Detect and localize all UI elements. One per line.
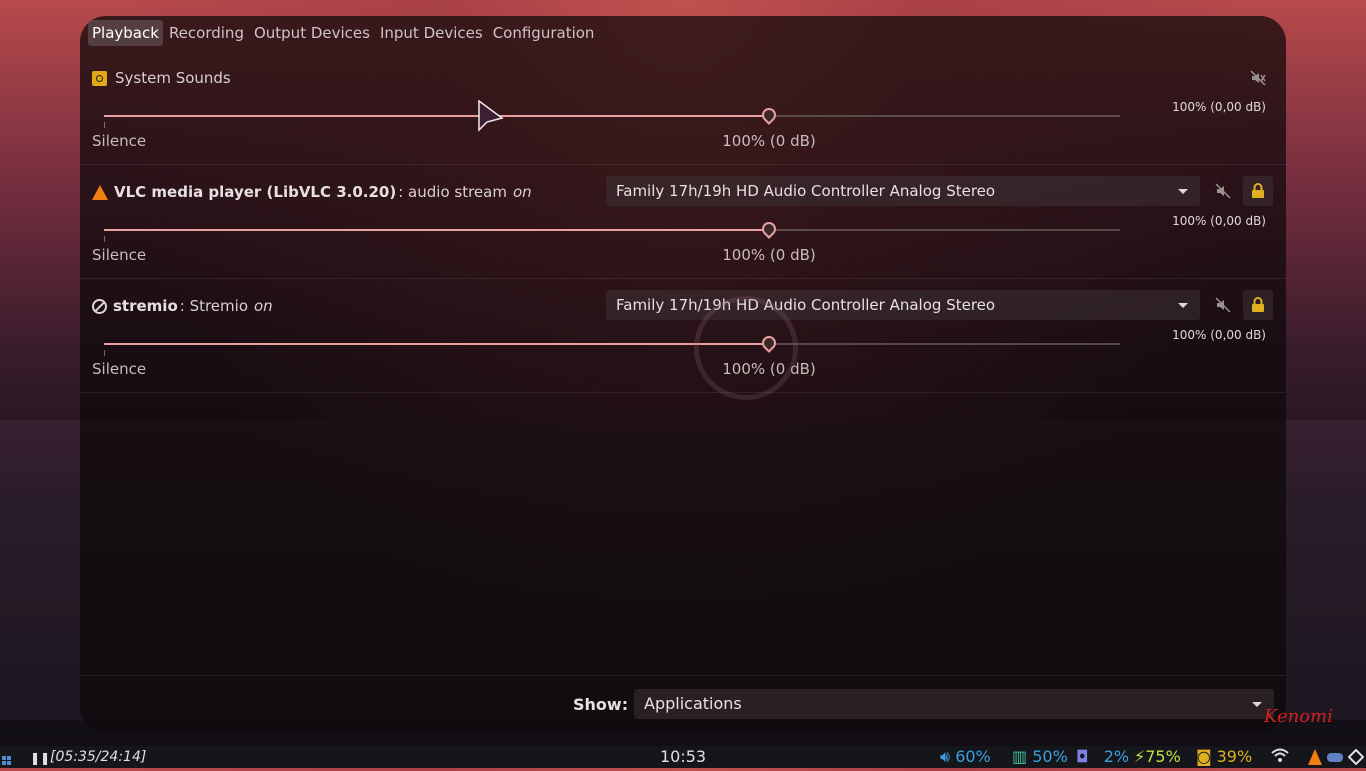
stream-title: System Sounds xyxy=(92,69,231,87)
mute-toggle-button[interactable] xyxy=(1243,63,1273,93)
tab-bar: Playback Recording Output Devices Input … xyxy=(88,20,598,46)
vlc-icon xyxy=(92,184,108,200)
tab-output-devices[interactable]: Output Devices xyxy=(250,20,374,46)
stream-vlc: VLC media player (LibVLC 3.0.20) : audio… xyxy=(80,164,1286,279)
mute-icon xyxy=(1250,70,1266,86)
volume-value: 60% xyxy=(955,747,991,766)
lock-icon xyxy=(1252,297,1264,312)
lock-channels-button[interactable] xyxy=(1243,290,1273,320)
app-name: VLC media player (LibVLC 3.0.20) xyxy=(114,183,397,201)
mute-toggle-button[interactable] xyxy=(1208,176,1238,206)
speaker-icon xyxy=(92,70,107,86)
brightness-icon: ◙ xyxy=(1196,747,1212,766)
battery-indicator[interactable]: ⚡︎75% xyxy=(1134,747,1181,767)
start-menu-icon[interactable] xyxy=(2,751,12,771)
lock-icon xyxy=(1252,183,1264,198)
pavucontrol-window: Playback Recording Output Devices Input … xyxy=(80,16,1286,732)
volume-slider-fill xyxy=(104,343,770,345)
chevron-down-icon xyxy=(1178,189,1188,194)
loading-spinner-icon xyxy=(694,296,798,400)
chevron-down-icon xyxy=(1252,702,1262,707)
volume-readout: 100% (0,00 dB) xyxy=(1172,214,1266,228)
volume-indicator[interactable]: 🔊︎ 60% xyxy=(940,747,991,767)
battery-charging-icon: ⚡︎ xyxy=(1134,747,1146,766)
cpu-value: 2% xyxy=(1103,747,1130,766)
silence-label: Silence xyxy=(92,246,147,264)
stream-state: on xyxy=(254,297,273,315)
silence-tick xyxy=(104,236,105,242)
stream-title: stremio : Stremio on xyxy=(92,297,273,315)
app-name: stremio xyxy=(113,297,178,315)
mute-toggle-button[interactable] xyxy=(1208,290,1238,320)
tray-diamond-icon[interactable] xyxy=(1347,748,1365,770)
tab-playback[interactable]: Playback xyxy=(88,20,163,46)
taskbar: ❚❚ [05:35/24:14] 10:53 🔊︎ 60% ▥ 50% ◘ 2%… xyxy=(0,746,1366,768)
footer-bar: Show: Applications xyxy=(80,675,1286,732)
pause-icon[interactable]: ❚❚ xyxy=(30,748,50,768)
output-device-select[interactable]: Family 17h/19h HD Audio Controller Analo… xyxy=(606,290,1200,320)
volume-slider[interactable] xyxy=(104,333,1120,353)
stream-stremio: stremio : Stremio on Family 17h/19h HD A… xyxy=(80,278,1286,393)
volume-slider-fill xyxy=(104,115,770,117)
tab-configuration[interactable]: Configuration xyxy=(489,20,599,46)
wifi-icon[interactable] xyxy=(1270,747,1290,768)
show-filter-select[interactable]: Applications xyxy=(634,689,1274,719)
stream-title: VLC media player (LibVLC 3.0.20) : audio… xyxy=(92,183,532,201)
memory-icon: ▥ xyxy=(1012,747,1028,766)
volume-icon: 🔊︎ xyxy=(940,747,951,766)
silence-label: Silence xyxy=(92,132,147,150)
output-device-select[interactable]: Family 17h/19h HD Audio Controller Analo… xyxy=(606,176,1200,206)
device-name: Family 17h/19h HD Audio Controller Analo… xyxy=(616,182,996,200)
tab-input-devices[interactable]: Input Devices xyxy=(376,20,487,46)
volume-slider[interactable] xyxy=(104,219,1120,239)
stream-description: : audio stream xyxy=(398,183,507,201)
volume-slider-fill xyxy=(104,229,770,231)
clock[interactable]: 10:53 xyxy=(660,747,706,767)
silence-tick xyxy=(104,350,105,356)
brightness-indicator[interactable]: ◙ 39% xyxy=(1196,747,1252,767)
volume-slider-handle[interactable] xyxy=(759,105,780,125)
memory-value: 50% xyxy=(1032,747,1068,766)
show-filter-value: Applications xyxy=(644,694,742,713)
silence-label: Silence xyxy=(92,360,147,378)
stream-description: : Stremio xyxy=(179,297,248,315)
lock-channels-button[interactable] xyxy=(1243,176,1273,206)
mute-icon xyxy=(1215,297,1231,313)
battery-value: 75% xyxy=(1145,747,1181,766)
cpu-icon: ◘ xyxy=(1076,747,1089,766)
device-name: Family 17h/19h HD Audio Controller Analo… xyxy=(616,296,996,314)
media-time: [05:35/24:14] xyxy=(50,749,147,765)
stream-name: System Sounds xyxy=(115,69,231,87)
volume-readout: 100% (0,00 dB) xyxy=(1172,328,1266,342)
stream-state: on xyxy=(512,183,532,201)
volume-slider-handle[interactable] xyxy=(759,219,780,239)
hundred-percent-label: 100% (0 dB) xyxy=(722,246,816,264)
mute-icon xyxy=(1215,183,1231,199)
volume-readout: 100% (0,00 dB) xyxy=(1172,100,1266,114)
artist-signature: Kenomi xyxy=(1264,706,1333,727)
tab-recording[interactable]: Recording xyxy=(165,20,248,46)
brightness-value: 39% xyxy=(1216,747,1253,766)
volume-slider[interactable] xyxy=(104,105,1120,125)
show-label: Show: xyxy=(573,695,629,714)
blocked-icon xyxy=(92,298,107,314)
hundred-percent-label: 100% (0 dB) xyxy=(722,132,816,150)
tray-gamepad-icon[interactable] xyxy=(1326,749,1344,769)
cpu-indicator[interactable]: ◘ 2% xyxy=(1076,747,1129,767)
tray-vlc-icon[interactable] xyxy=(1308,749,1322,770)
chevron-down-icon xyxy=(1178,303,1188,308)
memory-indicator[interactable]: ▥ 50% xyxy=(1012,747,1068,767)
silence-tick xyxy=(104,122,105,128)
stream-system-sounds: System Sounds 100% (0,00 dB) Silence 100… xyxy=(80,50,1286,165)
